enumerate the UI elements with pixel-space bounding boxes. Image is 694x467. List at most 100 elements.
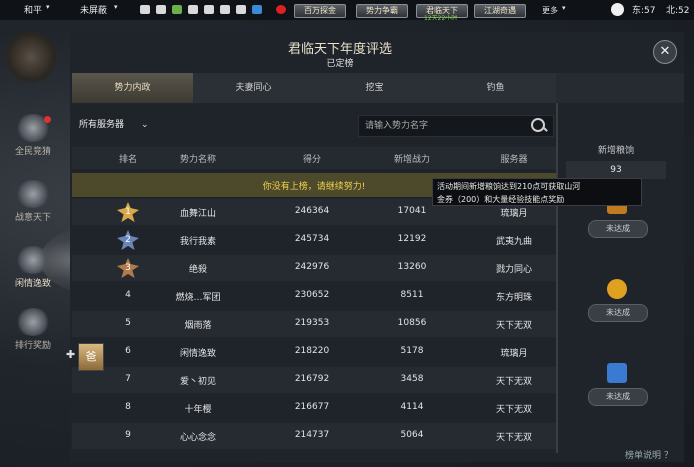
chest-icon [15,308,51,336]
tv-icon[interactable] [252,5,262,14]
tab-fishing[interactable]: 钓鱼 [435,73,556,103]
tab-couple[interactable]: 夫妻同心 [193,73,314,103]
event-button-1[interactable]: 百万探金 [294,4,346,18]
guild-score: 216792 [294,374,330,384]
panda-icon[interactable] [611,3,624,16]
notification-dot [44,116,51,123]
nav-rank-reward[interactable]: 排行奖励 [6,308,60,351]
friend-icon[interactable] [172,5,182,14]
header-name: 势力名称 [179,155,216,165]
leisure-icon [15,246,51,274]
guild-score: 245734 [294,234,330,244]
guild-rank: 4 [125,290,131,300]
mode-dropdown[interactable]: 和平 [24,3,42,16]
mail-icon[interactable] [156,5,166,14]
guild-icon[interactable] [188,5,198,14]
guild-server: 琉璃月 [500,349,528,359]
nav-quiz-label: 全民竞猜 [14,147,51,157]
guild-name: 十年樱 [184,405,212,415]
guild-power: 13260 [397,262,427,272]
page-title: 君临天下年度评选 [287,42,392,57]
guild-power: 12192 [397,234,427,244]
guild-score: 216677 [294,402,330,412]
nav-battle[interactable]: 战意天下 [6,180,60,223]
table-row[interactable]: 3 绝殺 242976 13260 戮力同心 [72,255,556,281]
more-button[interactable]: 更多 [542,5,558,16]
zone-indicator: 东:57 [632,6,656,16]
guild-name: 烟雨落 [184,321,212,331]
event-button-4[interactable]: 江湖奇遇 [474,4,526,18]
guild-server: 天下无双 [495,377,532,387]
bag-icon[interactable] [140,5,150,14]
guild-server: 戮力同心 [495,265,532,275]
guild-name: 我行我素 [179,237,216,247]
weibo-icon[interactable] [276,5,286,14]
guild-score: 214737 [294,430,330,440]
emblem-icon [4,30,58,84]
nav-quiz[interactable]: 全民竞猜 [6,114,60,157]
category-tabs: 势力内政 夫妻同心 挖宝 钓鱼 [72,73,556,103]
tooltip-line-1: 活动期间新增粮饷达到210点可获取山河 [437,182,581,191]
shield-dropdown[interactable]: 未屏蔽 [80,3,107,16]
table-row[interactable]: 2 我行我素 245734 12192 武夷九曲 [72,227,556,253]
guild-server: 天下无双 [495,321,532,331]
event-button-2[interactable]: 势力争霸 [356,4,408,18]
guild-name: 爱丶初见 [179,377,216,387]
chat-icon[interactable] [204,5,214,14]
header-score: 得分 [302,155,321,165]
table-row[interactable]: 6 闲情逸致 218220 5178 琉璃月 [72,339,556,365]
table-row[interactable]: 5 烟雨落 219353 10856 天下无双 [72,311,556,337]
battle-icon [15,180,51,208]
nav-leisure-label: 闲情逸致 [14,279,51,289]
video-icon[interactable] [236,5,246,14]
nav-leisure[interactable]: 闲情逸致 [6,246,60,289]
time-indicator: 北:52 [666,6,690,16]
header-rank: 排名 [118,155,137,165]
server-select[interactable]: 所有服务器 ⌄ [79,117,159,133]
guild-rank: 6 [125,346,131,356]
guild-score: 246364 [294,206,330,216]
guild-power: 5064 [400,430,424,440]
reward-status-2[interactable]: 未达成 [588,304,648,322]
tooltip-line-2: 金券（200）和大量经验技能点奖励 [437,195,565,204]
guild-score: 230652 [294,290,330,300]
help-link[interactable]: 榜单说明 ？ [625,448,673,461]
plus-icon: ✚ [66,348,76,361]
guild-server: 东方明珠 [495,293,532,303]
avatar[interactable]: 爸 [78,343,104,371]
reward-tooltip: 活动期间新增粮饷达到210点可获取山河 金券（200）和大量经验技能点奖励 [432,178,642,206]
search-box [358,115,554,137]
page-subtitle: 已定榜 [326,59,354,69]
tabs-filler [556,73,684,103]
header-power: 新增战力 [393,155,430,165]
bronze-medal-icon: 3 [117,258,139,278]
guild-name: 燃烧…军团 [175,293,221,303]
guild-power: 17041 [397,206,427,216]
guild-server: 武夷九曲 [495,237,532,247]
screenshot-icon[interactable] [220,5,230,14]
guild-score: 218220 [294,346,330,356]
server-select-label: 所有服务器 [79,120,125,130]
reward-status-1[interactable]: 未达成 [588,220,648,238]
guild-power: 10856 [397,318,427,328]
crystal-icon[interactable] [607,363,627,383]
table-row[interactable]: 7 爱丶初见 216792 3458 天下无双 [72,367,556,393]
guild-power: 8511 [400,290,424,300]
tab-treasure[interactable]: 挖宝 [314,73,435,103]
tab-internal-affairs[interactable]: 势力内政 [72,73,193,103]
table-row[interactable]: 4 燃烧…军团 230652 8511 东方明珠 [72,283,556,309]
guild-score: 219353 [294,318,330,328]
close-button[interactable]: ✕ [653,40,677,64]
gold-medal-icon: 1 [117,202,139,222]
search-input[interactable] [363,118,517,134]
mode-chevron-icon: ▾ [46,3,50,11]
reward-status-3[interactable]: 未达成 [588,388,648,406]
gold-ingot-icon[interactable] [607,279,627,299]
table-row[interactable]: 9 心心念念 214737 5064 天下无双 [72,423,556,449]
guild-score: 242976 [294,262,330,272]
nav-rank-reward-label: 排行奖励 [14,341,51,351]
guild-name: 血舞江山 [179,209,216,219]
guild-rank: 7 [125,374,131,384]
table-row[interactable]: 8 十年樱 216677 4114 天下无双 [72,395,556,421]
silver-medal-icon: 2 [117,230,139,250]
